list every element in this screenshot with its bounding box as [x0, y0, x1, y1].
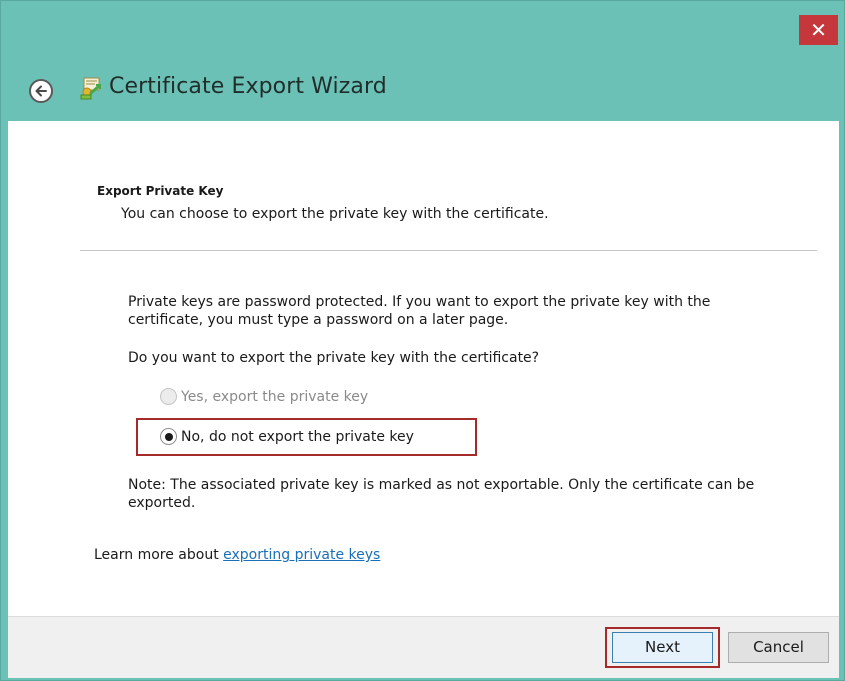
wizard-title: Certificate Export Wizard — [109, 74, 387, 99]
certificate-icon — [80, 77, 101, 100]
back-arrow-icon — [35, 85, 47, 97]
note-text: Note: The associated private key is mark… — [128, 477, 755, 511]
learn-more-prefix: Learn more about — [94, 547, 224, 563]
cancel-button[interactable]: Cancel — [728, 632, 829, 663]
section-subtitle: You can choose to export the private key… — [121, 206, 549, 222]
radio-option-no[interactable]: No, do not export the private key — [160, 428, 414, 445]
radio-label-no: No, do not export the private key — [181, 428, 414, 445]
radio-button-yes[interactable] — [160, 388, 177, 405]
wizard-window: ✕ Certificate Export Wizard Export Priva… — [0, 0, 845, 681]
section-title: Export Private Key — [97, 184, 224, 198]
next-button[interactable]: Next — [612, 632, 713, 663]
radio-button-no[interactable] — [160, 428, 177, 445]
intro-text: Private keys are password protected. If … — [128, 294, 711, 328]
learn-more: Learn more about exporting private keys — [94, 547, 380, 563]
radio-label-yes: Yes, export the private key — [181, 388, 369, 405]
close-button[interactable]: ✕ — [799, 15, 838, 45]
header-divider — [80, 250, 817, 251]
radio-option-yes[interactable]: Yes, export the private key — [160, 388, 368, 405]
back-button[interactable] — [29, 79, 53, 103]
wizard-footer: Next Cancel — [8, 616, 839, 678]
question-text: Do you want to export the private key wi… — [128, 350, 540, 366]
learn-more-link[interactable]: exporting private keys — [223, 547, 380, 563]
wizard-content: Export Private Key You can choose to exp… — [8, 121, 839, 616]
title-bar: ✕ Certificate Export Wizard — [1, 1, 844, 121]
close-icon: ✕ — [810, 18, 827, 42]
